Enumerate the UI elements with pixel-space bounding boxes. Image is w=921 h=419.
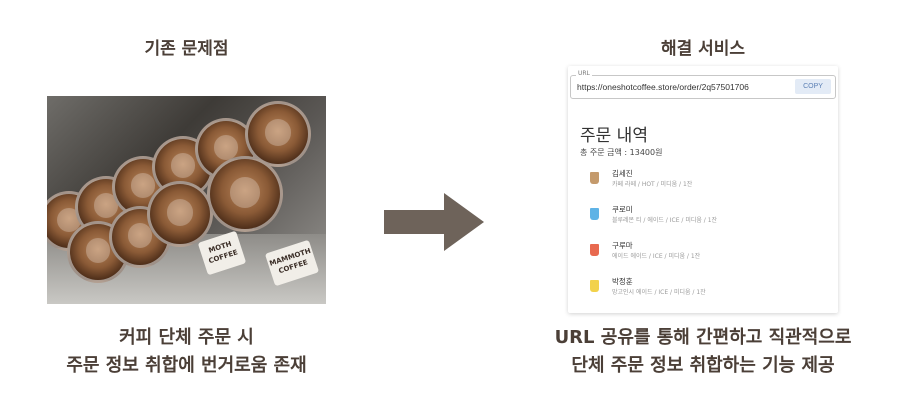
blue-ade-cup-icon [588,207,600,223]
url-field[interactable]: URL https://oneshotcoffee.store/order/2q… [570,70,836,99]
right-caption: URL 공유를 통해 간편하고 직관적으로 단체 주문 정보 취합하는 기능 제… [523,324,883,380]
order-title: 주문 내역 [580,126,648,146]
coffee-cup [147,181,213,247]
order-total: 총 주문 금액 : 13400원 [580,148,663,157]
latte-cup-icon [588,171,600,187]
right-caption-line-1: URL 공유를 통해 간편하고 직관적으로 [554,327,852,348]
order-item-name: 김세진 [612,169,633,178]
left-heading: 기존 문제점 [144,39,229,59]
left-caption-line-2: 주문 정보 취합에 번거로움 존재 [66,355,307,376]
order-item: 박정훈 망고인시 에이드 / ICE / 미디움 / 1잔 [588,276,818,300]
red-ade-cup-icon [588,243,600,259]
right-arrow-icon [384,193,484,251]
url-label: URL [576,70,592,77]
iced-coffee-photo: MOTH COFFEE MAMMOTH COFFEE [47,96,326,304]
order-item-options: 에이드 에이드 / ICE / 미디움 / 1잔 [612,253,701,260]
order-item-name: 박정훈 [612,277,633,286]
order-item: 김세진 카페 라떼 / HOT / 미디움 / 1잔 [588,168,818,192]
order-item-options: 블루레몬 티 / 에이드 / ICE / 미디움 / 1잔 [612,217,718,224]
order-item-name: 쿠로미 [612,205,633,214]
right-heading: 해결 서비스 [660,39,746,59]
right-caption-line-2: 단체 주문 정보 취합하는 기능 제공 [571,355,835,376]
order-item-name: 구루마 [612,241,633,250]
url-value[interactable]: https://oneshotcoffee.store/order/2q5750… [577,82,749,92]
copy-button[interactable]: COPY [795,79,831,94]
left-caption-line-1: 커피 단체 주문 시 [119,327,254,348]
yellow-ade-cup-icon [588,279,600,295]
order-item-options: 카페 라떼 / HOT / 미디움 / 1잔 [612,181,693,188]
order-app-panel: URL https://oneshotcoffee.store/order/2q… [568,66,838,313]
order-item: 구루마 에이드 에이드 / ICE / 미디움 / 1잔 [588,240,818,264]
coffee-cup [207,156,283,232]
left-caption: 커피 단체 주문 시 주문 정보 취합에 번거로움 존재 [20,324,353,380]
order-item: 쿠로미 블루레몬 티 / 에이드 / ICE / 미디움 / 1잔 [588,204,818,228]
order-item-options: 망고인시 에이드 / ICE / 미디움 / 1잔 [612,289,706,296]
